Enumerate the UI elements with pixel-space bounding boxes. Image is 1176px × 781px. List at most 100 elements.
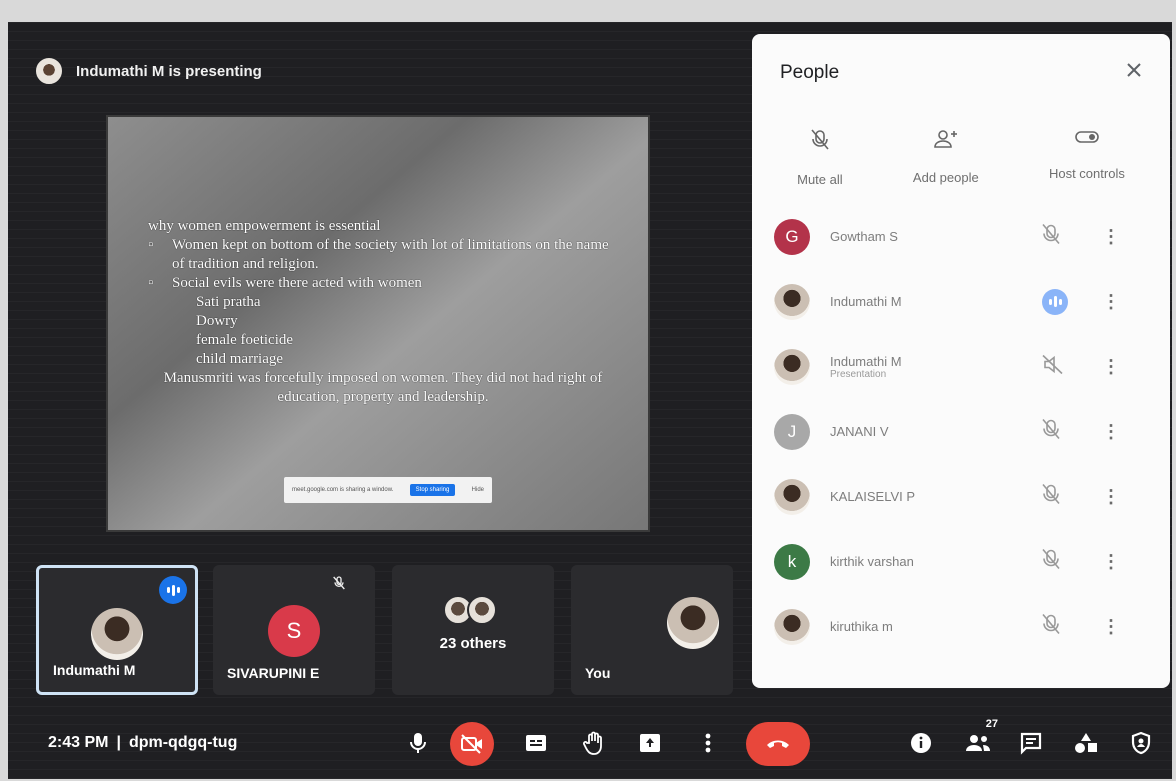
add-people-label: Add people [912,170,979,185]
captions-icon [524,733,548,753]
meeting-details-button[interactable] [903,722,939,764]
avatar [774,283,810,320]
people-panel: People Mute all Add people Host controls [752,34,1170,688]
chat-button[interactable] [1013,722,1049,764]
avatar: G [774,218,810,255]
activities-button[interactable] [1068,722,1104,764]
more-vert-icon[interactable]: ⋮ [1102,356,1120,377]
participant-name: kiruthika m [830,619,893,634]
shield-icon [1130,731,1152,755]
meeting-details: 2:43 PM | dpm-qdgq-tug [48,734,237,752]
slide-bullet-text: Women kept on bottom of the society with… [172,237,609,272]
more-vert-icon[interactable]: ⋮ [1102,616,1120,637]
participant-name: Indumathi M [830,294,902,309]
slide-bullet: ▫ Social evils were there acted with wom… [148,275,422,291]
people-button[interactable]: 27 [960,718,998,764]
avatar: J [774,413,810,450]
avatar [774,608,810,645]
info-icon [909,731,933,755]
more-vert-icon[interactable]: ⋮ [1102,226,1120,247]
participant-row[interactable]: Indumathi M ⋮ [752,269,1170,334]
slide-bullet: ▫ Women kept on bottom of the society wi… [148,236,618,274]
avatar [467,595,497,625]
leave-call-button[interactable] [746,722,810,766]
captions-button[interactable] [516,722,556,764]
more-vert-icon[interactable]: ⋮ [1102,291,1120,312]
participant-row[interactable]: G Gowtham S ⋮ [752,204,1170,269]
participant-list: G Gowtham S ⋮ Indumathi M ⋮ Indumathi M … [752,204,1170,659]
host-controls-label: Host controls [1048,166,1125,181]
present-now-button[interactable] [630,722,670,764]
others-avatars [443,595,497,625]
presenter-avatar [36,58,62,84]
close-icon [1126,58,1142,83]
meeting-code: dpm-qdgq-tug [128,734,238,751]
people-count-badge: 27 [985,718,998,730]
presenting-banner: Indumathi M is presenting [36,58,262,84]
presenting-text: Indumathi M is presenting [76,62,262,80]
participant-tile-others[interactable]: 23 others [392,565,554,695]
close-button[interactable] [1126,58,1142,84]
camera-toggle-button[interactable] [450,722,494,766]
mic-off-icon [331,575,347,596]
avatar [774,348,810,385]
host-controls-button[interactable] [1123,722,1159,764]
participant-name: JANANI V [830,424,889,439]
panel-title: People [780,62,840,83]
mute-all-button[interactable]: Mute all [797,129,843,187]
slide-sub-item: Sati pratha [196,294,261,310]
tile-name: Indumathi M [53,662,136,678]
participant-row[interactable]: KALAISELVI P ⋮ [752,464,1170,529]
share-bar-text: meet.google.com is sharing a window. [292,487,394,493]
slide-content: why women empowerment is essential ▫ Wom… [148,217,618,407]
mic-off-icon [1042,418,1060,445]
others-count: 23 others [439,635,507,652]
more-vert-icon[interactable]: ⋮ [1102,551,1120,572]
microphone-button[interactable] [398,722,438,764]
mic-off-icon [1042,223,1060,250]
slide-sub-item: Dowry [196,313,238,329]
present-icon [638,732,662,754]
stop-sharing-button[interactable]: Stop sharing [409,484,456,496]
chat-icon [1019,731,1043,755]
add-people-button[interactable]: Add people [913,129,979,187]
mic-off-icon [1042,548,1060,575]
volume-off-icon [1042,354,1064,379]
speaking-icon [159,576,187,604]
avatar: k [774,543,810,580]
participant-name: kirthik varshan [830,554,914,569]
participant-tile-you[interactable]: You [571,565,733,695]
speaking-icon [1042,288,1068,315]
participant-row[interactable]: J JANANI V ⋮ [752,399,1170,464]
mic-off-icon [1042,613,1060,640]
avatar [667,597,719,649]
more-vert-icon[interactable]: ⋮ [1102,486,1120,507]
raise-hand-button[interactable] [574,722,614,764]
avatar: S [268,605,320,657]
participant-name: KALAISELVI P [830,489,916,504]
participant-name: Indumathi M [830,353,902,369]
more-vert-icon[interactable]: ⋮ [1102,421,1120,442]
tile-name: SIVARUPINI E [227,665,320,681]
people-icon [965,733,991,753]
participant-row[interactable]: kiruthika m ⋮ [752,594,1170,659]
microphone-icon [408,731,428,755]
participant-tile-sivarupini[interactable]: S SIVARUPINI E [213,565,375,695]
tile-name: You [585,665,611,681]
mic-off-icon [1042,483,1060,510]
mic-off-icon [811,129,829,154]
end-call-icon [765,737,791,751]
participant-row[interactable]: k kirthik varshan ⋮ [752,529,1170,594]
hide-button[interactable]: Hide [472,487,484,493]
participant-tile-indumathi[interactable]: Indumathi M [36,565,198,695]
sharing-notification-bar: meet.google.com is sharing a window. Sto… [284,477,492,503]
mute-all-label: Mute all [797,172,843,187]
participant-row[interactable]: Indumathi M Presentation ⋮ [752,334,1170,399]
more-options-button[interactable] [696,722,720,764]
slide-sub-item: child marriage [196,351,284,367]
host-controls-toggle[interactable]: Host controls [1049,129,1125,187]
panel-actions: Mute all Add people Host controls [752,129,1170,187]
add-person-icon [933,129,959,152]
camera-off-icon [460,734,484,754]
avatar [774,478,810,515]
